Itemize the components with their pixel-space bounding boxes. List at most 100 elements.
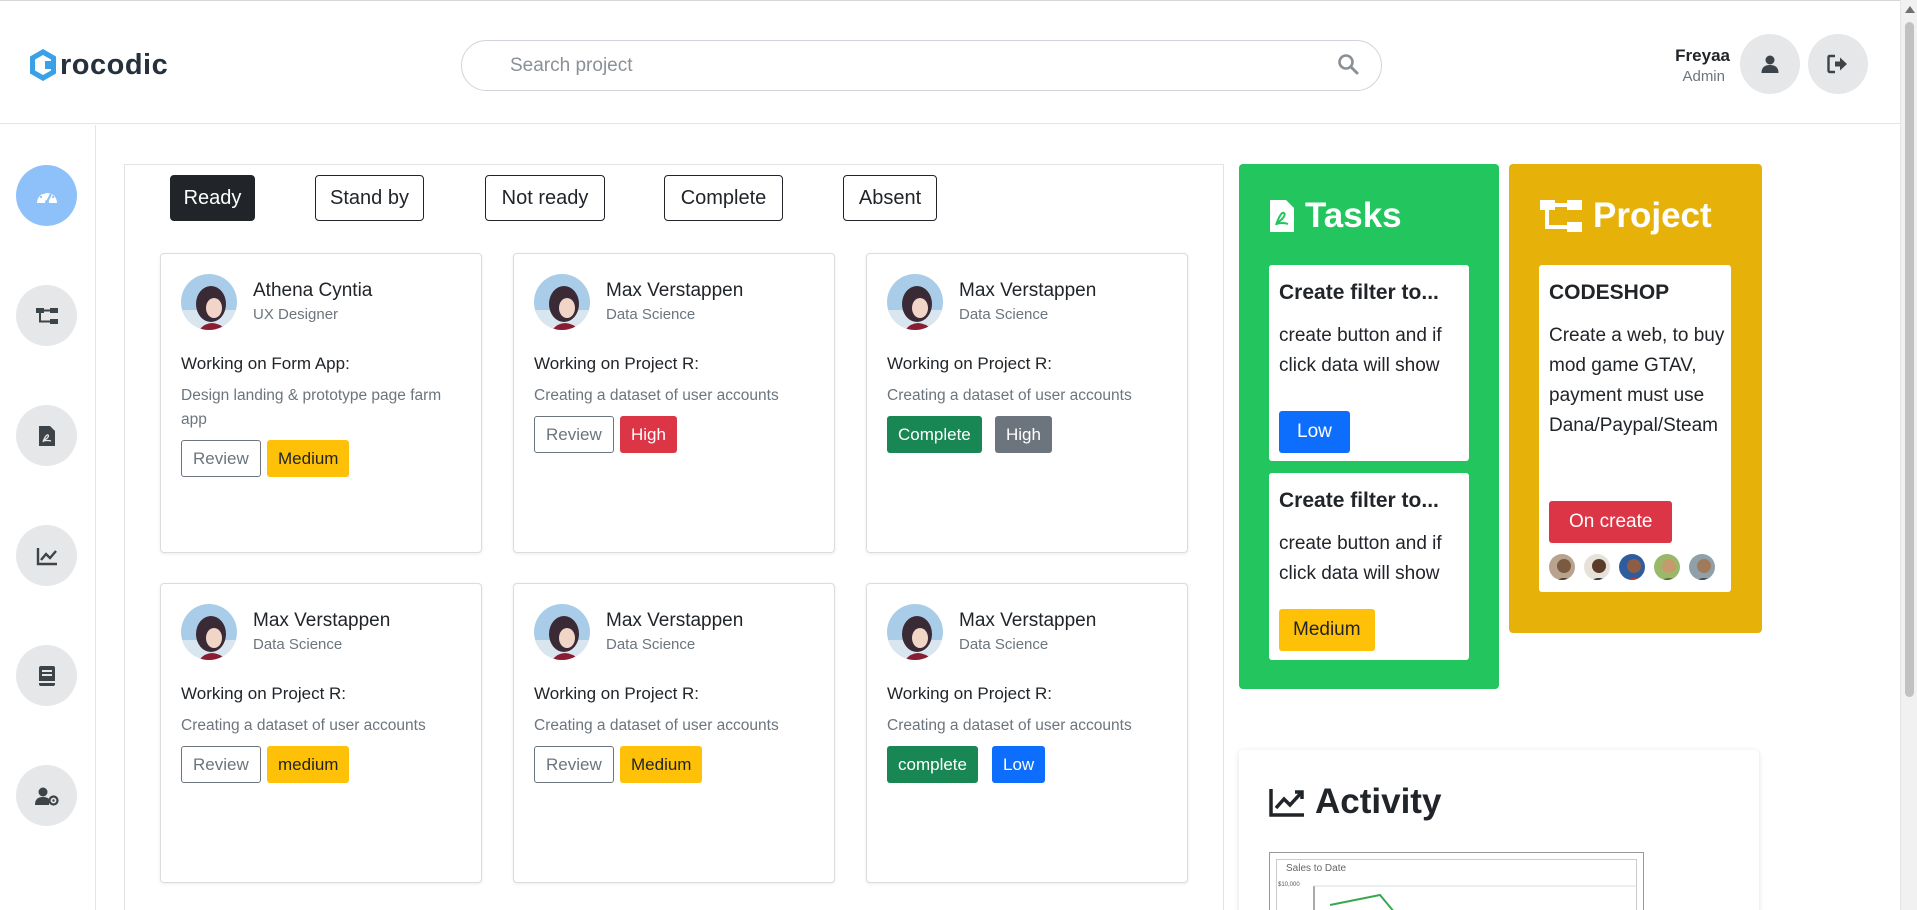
member-desc: Creating a dataset of user accounts	[887, 717, 1132, 734]
task-title: Create filter to...	[1279, 489, 1439, 512]
sidebar	[0, 125, 96, 910]
filter-stand-by[interactable]: Stand by	[315, 175, 424, 221]
member-card[interactable]: Athena Cyntia UX Designer Working on For…	[160, 253, 482, 553]
project-name: CODESHOP	[1549, 281, 1670, 304]
project-status-badge[interactable]: On create	[1549, 501, 1673, 543]
scroll-thumb[interactable]	[1905, 22, 1914, 697]
member-card[interactable]: Max Verstappen Data Science Working on P…	[866, 253, 1188, 553]
task-priority-badge[interactable]: Low	[1279, 411, 1350, 453]
brand-logo[interactable]: rocodic	[28, 48, 168, 82]
project-tree-icon	[35, 307, 58, 324]
team-panel: Ready Stand by Not ready Complete Absent…	[124, 164, 1224, 910]
search-bar[interactable]	[461, 40, 1382, 91]
chart-line-icon	[36, 547, 57, 565]
logo-hex-icon	[28, 48, 58, 82]
priority-badge: Medium	[267, 440, 350, 477]
member-desc: Design landing & prototype page farm app	[181, 387, 442, 428]
member-work: Working on Project R:	[887, 354, 1053, 373]
member-card[interactable]: Max Verstappen Data Science Working on P…	[513, 583, 835, 883]
search-icon[interactable]	[1337, 53, 1359, 80]
chart-lines	[1313, 885, 1636, 910]
task-card[interactable]: Create filter to... create button and if…	[1269, 265, 1469, 461]
sales-chart-thumbnail: Sales to Date $10,000	[1269, 852, 1644, 910]
avatar	[887, 274, 943, 330]
sidebar-item-projects[interactable]	[16, 285, 77, 346]
member-desc: Creating a dataset of user accounts	[887, 387, 1132, 404]
filter-complete[interactable]: Complete	[664, 175, 783, 221]
project-title[interactable]: Project	[1539, 196, 1712, 236]
sidebar-item-activity[interactable]	[16, 525, 77, 586]
task-priority-badge[interactable]: Medium	[1279, 609, 1375, 651]
filter-ready[interactable]: Ready	[170, 175, 255, 221]
avatar	[181, 274, 237, 330]
member-name: Max Verstappen	[606, 610, 744, 631]
member-name: Max Verstappen	[959, 280, 1097, 301]
avatar	[534, 604, 590, 660]
status-badge: Review	[534, 746, 614, 783]
project-tree-icon	[1540, 200, 1582, 232]
header: rocodic Freyaa Admin	[0, 4, 1900, 124]
member-desc: Creating a dataset of user accounts	[534, 387, 779, 404]
logout-button[interactable]	[1808, 34, 1868, 94]
pdf-file-icon	[38, 425, 55, 446]
sidebar-item-dashboard[interactable]	[16, 165, 77, 226]
member-work: Working on Project R:	[534, 684, 700, 703]
filter-absent[interactable]: Absent	[843, 175, 937, 221]
status-badge: complete	[887, 746, 978, 783]
logout-icon	[1827, 54, 1847, 74]
sidebar-item-users[interactable]	[16, 765, 77, 826]
search-input[interactable]	[510, 51, 1290, 81]
chart-line-icon	[1269, 789, 1304, 817]
project-title-text: Project	[1593, 196, 1712, 235]
task-desc: create button and if click data will sho…	[1279, 533, 1442, 584]
sidebar-item-tasks[interactable]	[16, 405, 77, 466]
project-column: Project CODESHOP Create a web, to buy mo…	[1509, 164, 1762, 633]
member-role: Data Science	[606, 636, 696, 653]
member-name: Athena Cyntia	[253, 280, 373, 301]
filter-not-ready[interactable]: Not ready	[485, 175, 605, 221]
member-role: Data Science	[959, 636, 1049, 653]
member-card[interactable]: Max Verstappen Data Science Working on P…	[513, 253, 835, 553]
project-desc: Create a web, to buy mod game GTAV, paym…	[1549, 325, 1725, 436]
tasks-title-text: Tasks	[1305, 196, 1402, 235]
tasks-title[interactable]: Tasks	[1269, 196, 1402, 236]
project-card[interactable]: CODESHOP Create a web, to buy mod game G…	[1539, 265, 1731, 592]
member-avatar	[1582, 552, 1612, 582]
sidebar-item-docs[interactable]	[16, 645, 77, 706]
status-badge: Review	[181, 440, 261, 477]
book-icon	[38, 665, 55, 686]
user-role: Admin	[1682, 68, 1725, 85]
member-work: Working on Project R:	[181, 684, 347, 703]
task-card[interactable]: Create filter to... create button and if…	[1269, 473, 1469, 660]
priority-badge: Medium	[620, 746, 703, 783]
member-card[interactable]: Max Verstappen Data Science Working on P…	[866, 583, 1188, 883]
member-work: Working on Project R:	[534, 354, 700, 373]
priority-badge: medium	[267, 746, 350, 783]
priority-badge: High	[995, 416, 1052, 453]
member-role: Data Science	[959, 306, 1049, 323]
activity-panel: Activity Sales to Date $10,000	[1239, 750, 1759, 910]
profile-button[interactable]	[1740, 34, 1800, 94]
member-avatar	[1652, 552, 1682, 582]
dashboard-icon	[36, 191, 57, 204]
member-avatar	[1687, 552, 1717, 582]
status-badge: Review	[181, 746, 261, 783]
member-role: UX Designer	[253, 306, 339, 323]
brand-name: rocodic	[60, 48, 169, 81]
page-scrollbar[interactable]	[1900, 0, 1917, 910]
pdf-file-icon	[1270, 200, 1294, 232]
tasks-column: Tasks Create filter to... create button …	[1239, 164, 1499, 689]
scroll-up-icon[interactable]	[1905, 6, 1915, 13]
member-desc: Creating a dataset of user accounts	[534, 717, 779, 734]
member-role: Data Science	[606, 306, 696, 323]
member-name: Max Verstappen	[253, 610, 391, 631]
member-desc: Creating a dataset of user accounts	[181, 717, 426, 734]
member-card[interactable]: Max Verstappen Data Science Working on P…	[160, 583, 482, 883]
activity-title[interactable]: Activity	[1269, 782, 1441, 822]
member-avatar	[1547, 552, 1577, 582]
member-work: Working on Form App:	[181, 354, 350, 373]
user-name: Freyaa	[1675, 46, 1730, 65]
user-icon	[1761, 55, 1779, 73]
task-desc: create button and if click data will sho…	[1279, 325, 1442, 376]
activity-title-text: Activity	[1315, 782, 1442, 821]
